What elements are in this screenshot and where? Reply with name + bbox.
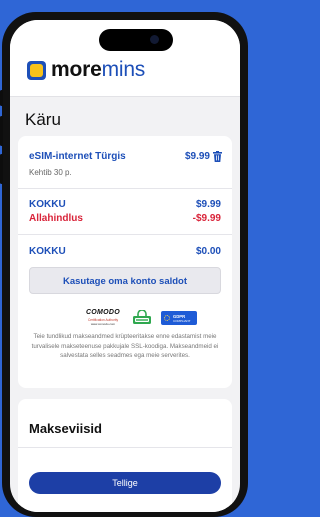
- camera-icon: [150, 35, 159, 44]
- brand-more: more: [51, 58, 102, 81]
- total-label: KOKKU: [29, 199, 66, 210]
- logo-icon[interactable]: [27, 61, 46, 80]
- final-total-value: $0.00: [195, 246, 221, 257]
- gdpr-sub: COMPLIANT: [173, 319, 191, 323]
- security-badges: COMODO Certification Authority www.comod…: [18, 309, 232, 329]
- ssl-lock-icon: [133, 310, 151, 324]
- comodo-url: www.comodo.com: [90, 322, 116, 326]
- dynamic-island: [99, 29, 173, 51]
- cart-card: eSIM-internet Türgis $9.99 Kehtib 30 p. …: [18, 136, 232, 388]
- phone-screen: moremins Käru eSIM-internet Türgis $9.99…: [10, 20, 240, 512]
- divider: [18, 188, 232, 189]
- gdpr-star-icon: [164, 315, 170, 321]
- divider: [18, 447, 232, 448]
- trash-icon[interactable]: [213, 151, 222, 162]
- side-button-mute: [0, 90, 3, 106]
- comodo-title: COMODO: [85, 309, 121, 316]
- comodo-badge: COMODO Certification Authority www.comod…: [82, 309, 124, 327]
- order-button[interactable]: Tellige: [29, 472, 221, 494]
- cart-item-duration: Kehtib 30 p.: [29, 168, 72, 177]
- final-total-label: KOKKU: [29, 246, 66, 257]
- side-button-volume-up: [0, 116, 3, 146]
- brand-mins: mins: [101, 58, 146, 81]
- brand-logo[interactable]: moremins: [51, 58, 145, 82]
- cart-item-price: $9.99: [184, 151, 210, 162]
- total-value: $9.99: [195, 199, 221, 210]
- use-balance-button[interactable]: Kasutage oma konto saldot: [29, 267, 221, 294]
- phone-frame: moremins Käru eSIM-internet Türgis $9.99…: [0, 12, 248, 517]
- side-button-volume-down: [0, 154, 3, 184]
- payment-title: Makseviisid: [29, 421, 102, 436]
- page-title: Käru: [25, 110, 61, 129]
- cart-item-name: eSIM-internet Türgis: [29, 151, 126, 162]
- discount-label: Allahindlus: [29, 213, 83, 224]
- payment-card: Makseviisid Tellige: [18, 399, 232, 512]
- divider: [18, 234, 232, 235]
- security-text: Teie tundlikud makseandmed krüpteeritaks…: [31, 333, 219, 359]
- discount-value: -$9.99: [192, 213, 221, 224]
- gdpr-badge: GDPR COMPLIANT: [161, 311, 197, 325]
